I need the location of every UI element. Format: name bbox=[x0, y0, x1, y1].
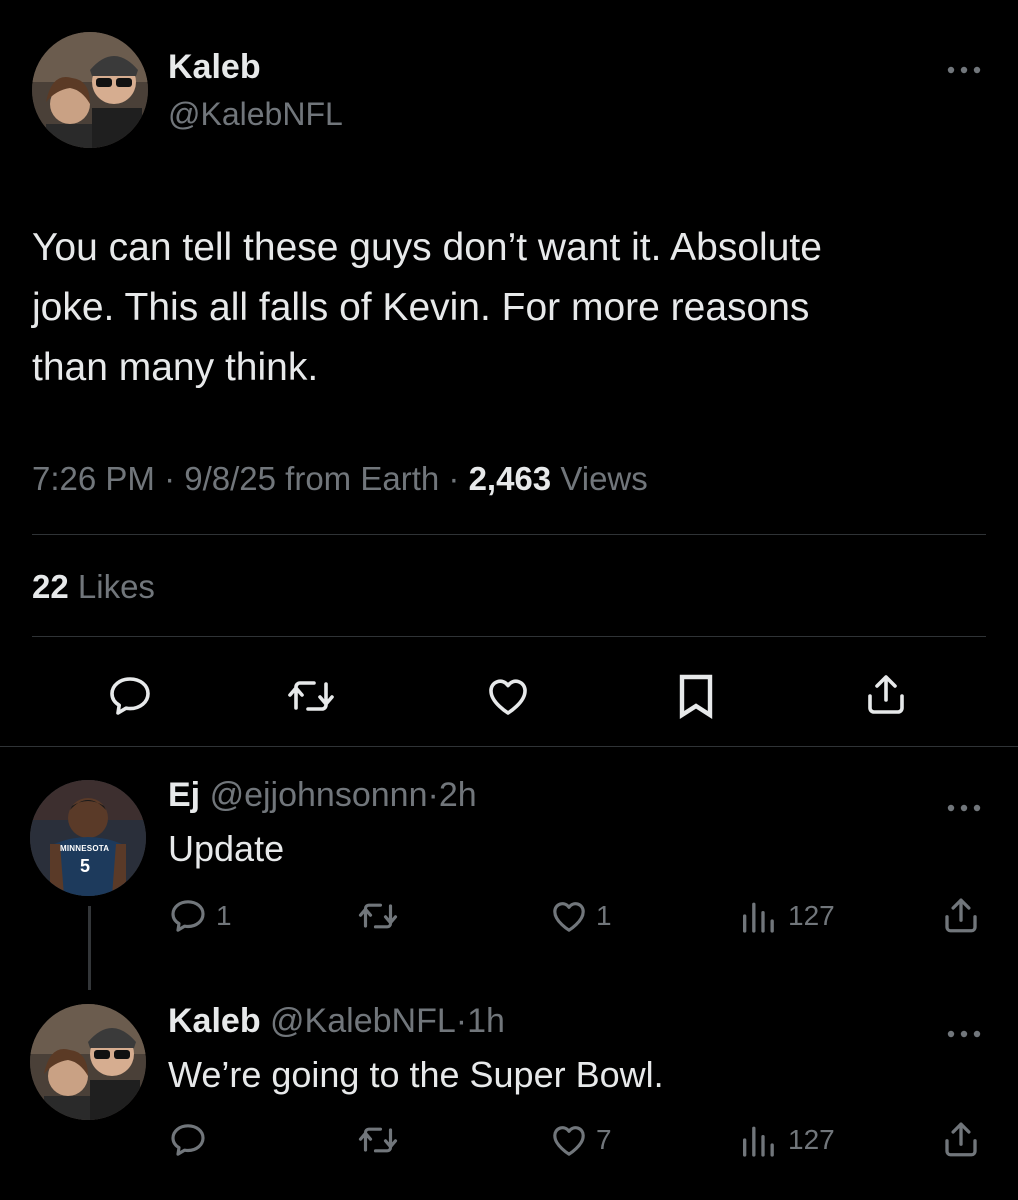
reply-icon bbox=[168, 1120, 208, 1160]
reply-age[interactable]: 2h bbox=[439, 776, 477, 814]
reply-text: We’re going to the Super Bowl. bbox=[168, 1054, 664, 1095]
tweet-text: You can tell these guys don’t want it. A… bbox=[32, 218, 992, 398]
divider bbox=[32, 636, 986, 637]
tweet-text-line: You can tell these guys don’t want it. A… bbox=[32, 226, 822, 269]
reply-header: Ej @ejjohnsonnn·2h bbox=[168, 776, 477, 815]
reply-icon[interactable] bbox=[106, 672, 154, 720]
reply-age[interactable]: 1h bbox=[467, 1002, 505, 1040]
likes-label: Likes bbox=[77, 568, 155, 605]
reply-action[interactable]: 1 bbox=[168, 896, 232, 936]
jersey-text: MINNESOTA bbox=[60, 844, 110, 853]
avatar-photo bbox=[30, 780, 146, 896]
jersey-number: 5 bbox=[80, 856, 91, 876]
reply-count: 1 bbox=[216, 900, 232, 931]
heart-icon bbox=[548, 1120, 590, 1160]
views-icon bbox=[738, 1120, 778, 1160]
retweet-action[interactable] bbox=[356, 1120, 408, 1160]
retweet-icon bbox=[356, 896, 400, 936]
reply-icon bbox=[168, 896, 208, 936]
like-count: 1 bbox=[596, 900, 612, 931]
avatar-photo bbox=[30, 1004, 146, 1120]
author-name[interactable]: Kaleb bbox=[168, 48, 261, 87]
author-handle[interactable]: @KalebNFL bbox=[168, 96, 343, 133]
views-icon bbox=[738, 896, 778, 936]
views-count: 127 bbox=[788, 900, 835, 931]
like-action[interactable]: 1 bbox=[548, 896, 612, 936]
tweet-text-line: than many think. bbox=[32, 346, 319, 389]
avatar[interactable] bbox=[32, 32, 148, 148]
separator: · bbox=[164, 460, 176, 497]
share-icon[interactable] bbox=[862, 670, 910, 718]
tweet-text-line: joke. This all falls of Kevin. For more … bbox=[32, 286, 810, 329]
retweet-icon bbox=[356, 1120, 400, 1160]
share-icon[interactable] bbox=[940, 894, 982, 936]
avatar[interactable]: MINNESOTA 5 bbox=[30, 780, 146, 896]
views-count: 127 bbox=[788, 1124, 835, 1155]
reply-header: Kaleb @KalebNFL·1h bbox=[168, 1002, 505, 1041]
tweet-meta: 7:26 PM · 9/8/25 from Earth · 2,463 View… bbox=[32, 460, 648, 498]
author-handle[interactable]: @ejjohnsonnn bbox=[210, 776, 428, 814]
divider bbox=[0, 746, 1018, 747]
author-handle[interactable]: @KalebNFL bbox=[270, 1002, 456, 1040]
views-label: Views bbox=[560, 460, 648, 497]
avatar-photo bbox=[32, 32, 148, 148]
views-action[interactable]: 127 bbox=[738, 896, 835, 936]
reply-action[interactable] bbox=[168, 1120, 216, 1160]
separator: · bbox=[427, 776, 439, 814]
like-count: 7 bbox=[596, 1124, 612, 1155]
views-count: 2,463 bbox=[468, 460, 552, 497]
likes-stat[interactable]: 22 Likes bbox=[32, 568, 155, 606]
separator: · bbox=[448, 460, 460, 497]
share-icon[interactable] bbox=[940, 1118, 982, 1160]
avatar[interactable] bbox=[30, 1004, 146, 1120]
retweet-icon[interactable] bbox=[286, 672, 336, 720]
more-icon[interactable] bbox=[946, 52, 982, 82]
tweet-location: from Earth bbox=[285, 460, 440, 497]
retweet-action[interactable] bbox=[356, 896, 408, 936]
author-name[interactable]: Kaleb bbox=[168, 1002, 261, 1040]
like-action[interactable]: 7 bbox=[548, 1120, 612, 1160]
more-icon[interactable] bbox=[946, 790, 982, 820]
author-name[interactable]: Ej bbox=[168, 776, 200, 814]
bookmark-icon[interactable] bbox=[674, 672, 718, 720]
separator: · bbox=[455, 1002, 468, 1040]
divider bbox=[32, 534, 986, 535]
heart-icon bbox=[548, 896, 590, 936]
tweet-date[interactable]: 9/8/25 bbox=[184, 460, 276, 497]
more-icon[interactable] bbox=[946, 1016, 982, 1046]
heart-icon[interactable] bbox=[484, 672, 532, 720]
reply-text: Update bbox=[168, 828, 285, 869]
likes-count: 22 bbox=[32, 568, 69, 605]
thread-line bbox=[88, 906, 91, 990]
tweet-time[interactable]: 7:26 PM bbox=[32, 460, 155, 497]
views-action[interactable]: 127 bbox=[738, 1120, 835, 1160]
